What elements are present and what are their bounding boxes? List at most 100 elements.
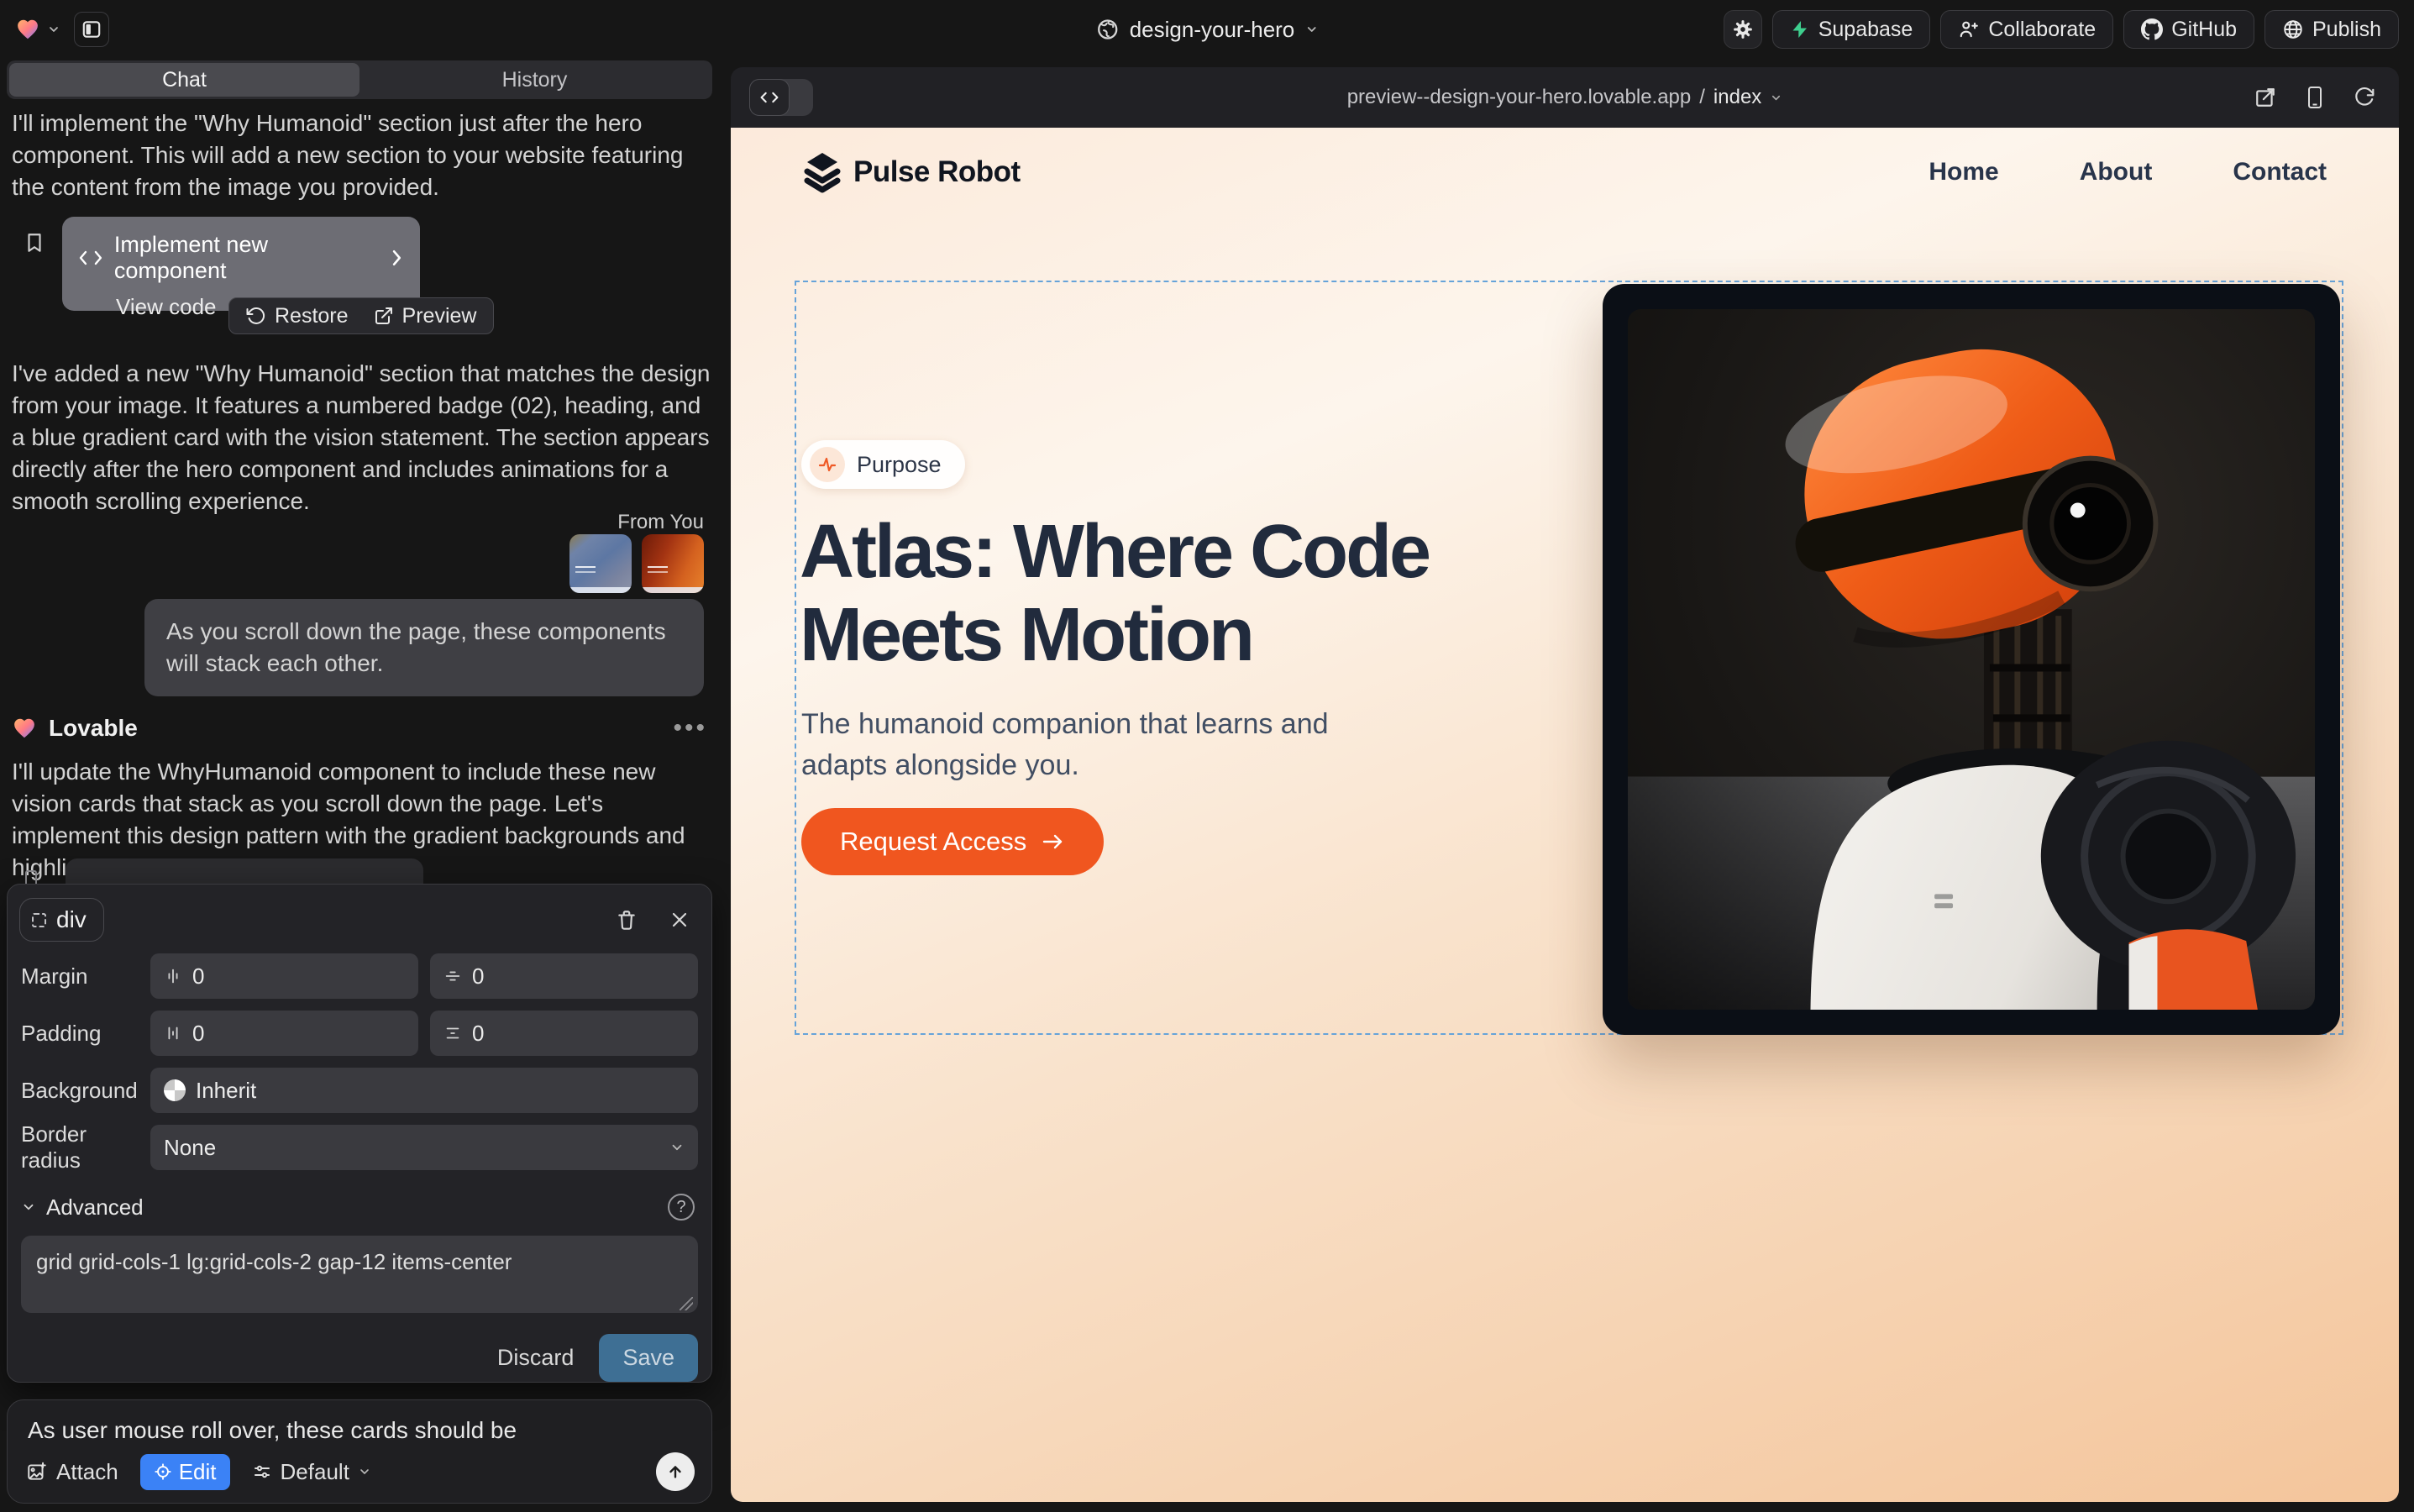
- padding-vertical-icon: [443, 1024, 462, 1042]
- preview-button[interactable]: Preview: [374, 304, 477, 328]
- attachment-thumbnails: [569, 534, 704, 593]
- composer-input[interactable]: As user mouse roll over, these cards sho…: [28, 1417, 691, 1444]
- chevron-down-icon: [669, 1140, 685, 1155]
- margin-y-input[interactable]: 0: [430, 953, 698, 999]
- hero-heading: Atlas: Where Code Meets Motion: [800, 511, 1539, 677]
- site-brand-name: Pulse Robot: [853, 155, 1021, 189]
- external-link-icon: [2254, 87, 2276, 108]
- nav-home[interactable]: Home: [1929, 158, 1998, 186]
- tailwind-classes-textarea[interactable]: grid grid-cols-1 lg:grid-cols-2 gap-12 i…: [21, 1236, 698, 1313]
- nav-about[interactable]: About: [2080, 158, 2153, 186]
- border-radius-row: Border radius None: [21, 1125, 698, 1170]
- github-button[interactable]: GitHub: [2123, 10, 2254, 49]
- publish-button[interactable]: Publish: [2264, 10, 2399, 49]
- code-preview-toggle[interactable]: [749, 79, 813, 116]
- mobile-view-button[interactable]: [2305, 86, 2325, 109]
- restore-button[interactable]: Restore: [246, 304, 349, 328]
- bookmark-icon[interactable]: [24, 230, 45, 255]
- project-switcher[interactable]: design-your-hero: [1096, 17, 1319, 43]
- chat-composer[interactable]: As user mouse roll over, these cards sho…: [7, 1399, 712, 1504]
- hero-robot-card: [1603, 284, 2340, 1035]
- more-options-icon[interactable]: •••: [673, 714, 707, 743]
- border-radius-select[interactable]: None: [150, 1125, 698, 1170]
- transparency-swatch-icon: [164, 1079, 186, 1101]
- user-plus-icon: [1958, 18, 1980, 40]
- component-card-title: Implement new component: [114, 232, 367, 284]
- bookmark-icon-partial: [25, 870, 37, 884]
- hero-subheading: The humanoid companion that learns and a…: [801, 704, 1406, 786]
- advanced-section-toggle[interactable]: Advanced ?: [21, 1194, 695, 1221]
- chat-history-tabs: Chat History: [7, 60, 712, 99]
- edit-mode-button[interactable]: Edit: [140, 1454, 230, 1490]
- sidebar-toggle-button[interactable]: [74, 12, 109, 47]
- margin-y-value: 0: [472, 963, 484, 990]
- element-tag-chip[interactable]: div: [19, 898, 104, 942]
- lovable-logo-menu[interactable]: [15, 17, 60, 42]
- attachment-thumbnail-blue[interactable]: [569, 534, 632, 593]
- site-nav: Home About Contact: [1929, 158, 2327, 186]
- collaborate-label: Collaborate: [1988, 18, 2096, 42]
- attach-button[interactable]: Attach: [26, 1459, 118, 1485]
- background-input[interactable]: Inherit: [150, 1068, 698, 1113]
- background-label: Background: [21, 1078, 150, 1104]
- restore-label: Restore: [275, 304, 349, 328]
- site-brand[interactable]: Pulse Robot: [803, 151, 1021, 193]
- trash-icon: [616, 908, 638, 932]
- code-icon: [759, 89, 779, 106]
- tab-history[interactable]: History: [359, 63, 710, 97]
- request-access-button[interactable]: Request Access: [801, 808, 1104, 875]
- padding-x-value: 0: [192, 1021, 204, 1047]
- spacing-horizontal-icon: [164, 967, 182, 985]
- attach-image-icon: [26, 1461, 48, 1483]
- preview-url[interactable]: preview--design-your-hero.lovable.app / …: [1347, 86, 1783, 109]
- resize-handle[interactable]: [680, 1297, 693, 1310]
- background-row: Background Inherit: [21, 1068, 698, 1113]
- nav-contact[interactable]: Contact: [2233, 158, 2327, 186]
- margin-x-value: 0: [192, 963, 204, 990]
- pulse-icon-wrap: [810, 447, 845, 482]
- tab-chat[interactable]: Chat: [9, 63, 359, 97]
- open-in-new-tab-button[interactable]: [2254, 87, 2276, 108]
- send-button[interactable]: [656, 1452, 695, 1491]
- settings-button[interactable]: [1724, 10, 1762, 49]
- project-name: design-your-hero: [1130, 17, 1295, 43]
- close-icon: [669, 910, 690, 930]
- padding-x-input[interactable]: 0: [150, 1011, 418, 1056]
- globe-icon: [1096, 18, 1120, 41]
- assistant-header: Lovable •••: [12, 714, 707, 743]
- padding-y-input[interactable]: 0: [430, 1011, 698, 1056]
- save-button[interactable]: Save: [599, 1334, 698, 1382]
- delete-element-button[interactable]: [616, 908, 638, 932]
- assistant-message-2: I've added a new "Why Humanoid" section …: [12, 358, 711, 517]
- refresh-button[interactable]: [2354, 87, 2375, 108]
- chevron-down-icon: [358, 1465, 371, 1478]
- pulse-icon: [817, 454, 837, 475]
- margin-x-input[interactable]: 0: [150, 953, 418, 999]
- chevron-down-icon: [1770, 92, 1782, 104]
- gear-icon: [1732, 18, 1754, 40]
- collaborate-button[interactable]: Collaborate: [1940, 10, 2113, 49]
- help-icon[interactable]: ?: [668, 1194, 695, 1221]
- preview-toolbar: preview--design-your-hero.lovable.app / …: [731, 67, 2399, 128]
- hero-section-selected[interactable]: Purpose Atlas: Where Code Meets Motion T…: [795, 281, 2343, 1035]
- preview-domain: preview--design-your-hero.lovable.app: [1347, 86, 1692, 109]
- supabase-icon: [1790, 19, 1810, 39]
- preview-page: index: [1713, 86, 1761, 109]
- close-panel-button[interactable]: [669, 910, 690, 930]
- margin-label: Margin: [21, 963, 150, 990]
- supabase-label: Supabase: [1818, 18, 1913, 42]
- site-header: Pulse Robot Home About Contact: [731, 128, 2399, 193]
- preview-label: Preview: [402, 304, 477, 328]
- user-message-bubble: As you scroll down the page, these compo…: [144, 599, 704, 696]
- chevron-down-icon: [47, 23, 60, 36]
- mode-select[interactable]: Default: [252, 1459, 371, 1485]
- preview-pane: preview--design-your-hero.lovable.app / …: [731, 67, 2399, 1502]
- supabase-button[interactable]: Supabase: [1772, 10, 1931, 49]
- badge-label: Purpose: [857, 452, 942, 478]
- attachment-thumbnail-orange[interactable]: [642, 534, 704, 593]
- panel-left-icon: [81, 18, 102, 40]
- publish-globe-icon: [2282, 18, 2304, 40]
- robot-image: [1628, 309, 2315, 1010]
- discard-button[interactable]: Discard: [497, 1345, 575, 1371]
- padding-row: Padding 0 0: [21, 1011, 698, 1056]
